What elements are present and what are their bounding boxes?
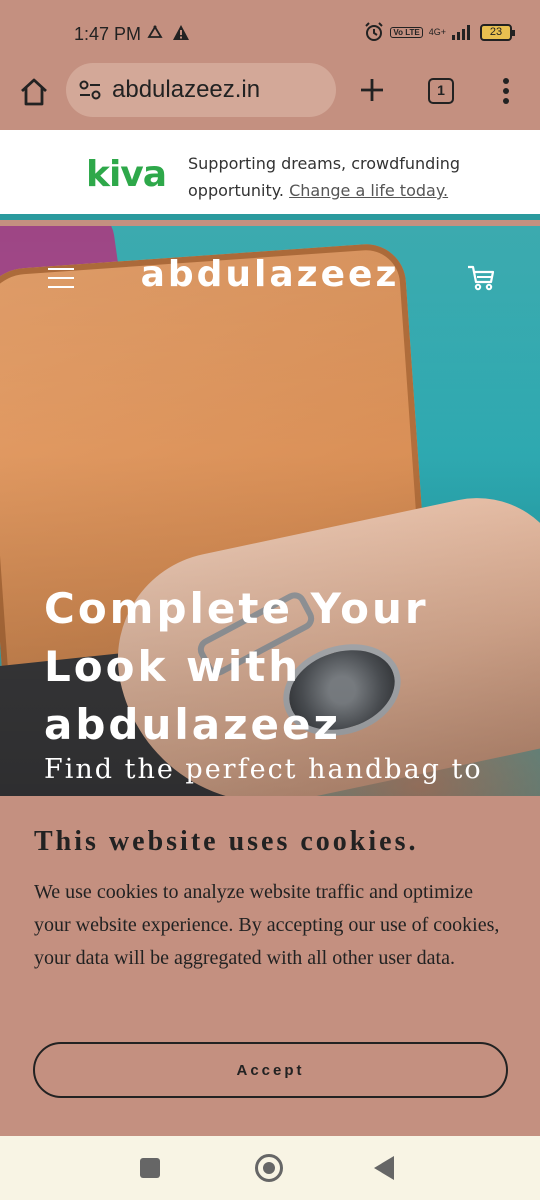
volte-badge: Vo LTE [390, 26, 423, 38]
menu-dot-icon [503, 78, 509, 84]
hero-subheading: Find the perfect handbag to [44, 754, 483, 785]
status-left-icons [146, 24, 190, 42]
hero-section: abdulazeez Complete Your Look with abdul… [0, 226, 540, 796]
address-bar[interactable]: abdulazeez.in [66, 63, 336, 117]
plus-icon [361, 79, 383, 101]
network-type: 4G+ [428, 27, 446, 37]
ad-link[interactable]: Change a life today. [289, 181, 448, 200]
battery-indicator: 23 [480, 23, 515, 41]
recycle-icon [147, 25, 163, 38]
cookie-body: We use cookies to analyze website traffi… [34, 881, 500, 969]
hero-heading: Complete Your Look with abdulazeez [44, 584, 429, 749]
cookie-consent-panel: This website uses cookies. We use cookie… [0, 796, 540, 1136]
more-menu-button[interactable] [496, 76, 516, 106]
recents-button[interactable] [140, 1158, 160, 1178]
status-right-icons: Vo LTE 4G+ 23 [364, 22, 515, 42]
home-icon [21, 78, 47, 106]
cookie-title: This website uses cookies. [34, 826, 419, 857]
site-title[interactable]: abdulazeez [0, 254, 540, 295]
accept-button[interactable]: Accept [33, 1042, 508, 1098]
system-nav-bar [0, 1136, 540, 1200]
new-tab-button[interactable] [356, 74, 388, 106]
signal-icon [452, 25, 470, 40]
browser-toolbar: abdulazeez.in 1 [0, 62, 540, 130]
ad-banner[interactable]: kiva Supporting dreams, crowdfunding opp… [0, 130, 540, 220]
home-button[interactable] [18, 76, 50, 108]
warning-icon [173, 25, 189, 40]
home-nav-button[interactable] [255, 1154, 283, 1182]
status-bar: 1:47 PM Vo LTE 4G+ 23 [0, 0, 540, 62]
alarm-icon [365, 22, 384, 41]
ad-text: Supporting dreams, crowdfunding opportun… [188, 150, 508, 204]
back-button[interactable] [374, 1156, 394, 1180]
menu-dot-icon [503, 98, 509, 104]
tab-switcher-button[interactable]: 1 [428, 78, 454, 104]
status-time: 1:47 PM [74, 24, 142, 44]
site-settings-icon [79, 80, 101, 100]
menu-dot-icon [503, 88, 509, 94]
kiva-logo[interactable]: kiva [86, 154, 167, 195]
cart-icon[interactable] [466, 264, 496, 292]
url-text: abdulazeez.in [112, 76, 261, 103]
